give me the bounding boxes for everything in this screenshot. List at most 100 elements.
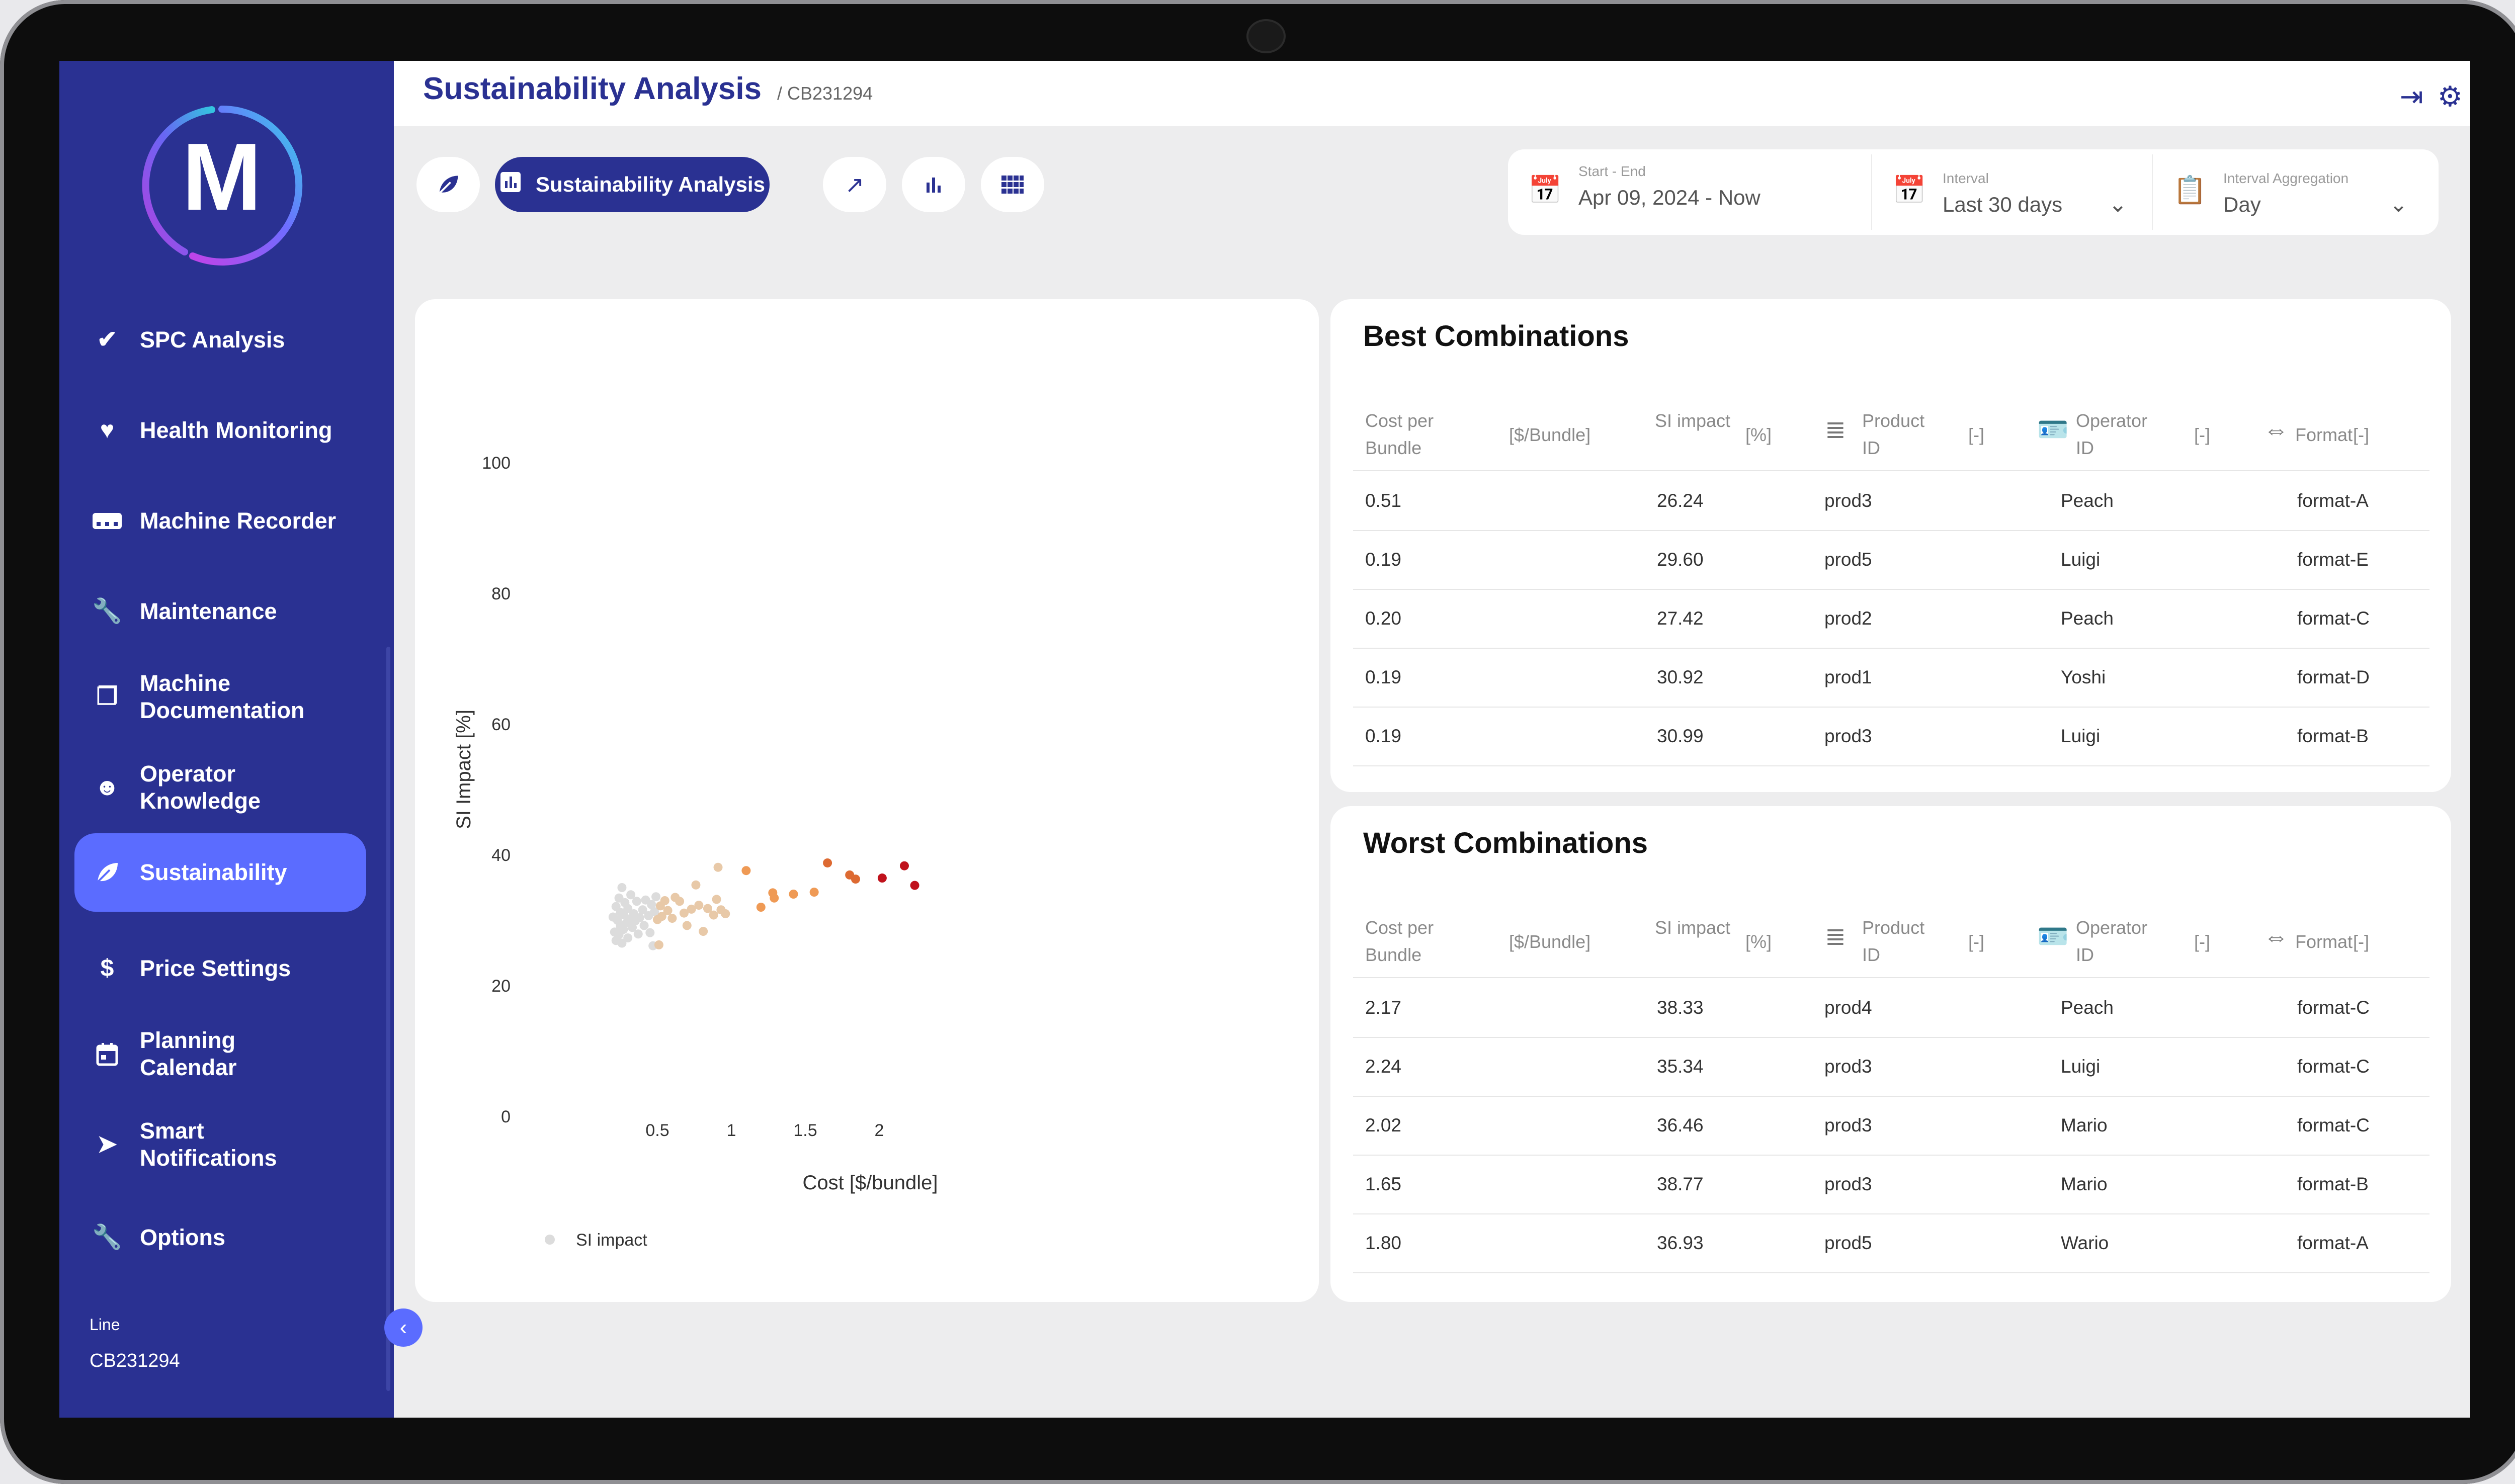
scatter-point[interactable] [899,861,909,870]
scatter-point[interactable] [633,929,643,939]
sidebar-item-maintenance[interactable]: 🔧 Maintenance [74,589,366,634]
gear-icon[interactable]: ⚙ [2438,80,2463,113]
scatter-point[interactable] [851,875,860,884]
sidebar-scrollbar[interactable] [386,647,390,1391]
scatter-point[interactable] [713,862,723,872]
table-row[interactable]: 1.80 36.93 prod5 Wario format-A [1353,1213,2429,1273]
interval-select[interactable]: 📅 Interval Last 30 days ⌄ [1872,149,2151,235]
collapse-sidebar-button[interactable]: ‹ [384,1308,423,1347]
y-tick-label: 20 [491,977,511,996]
scatter-point[interactable] [632,897,641,906]
table-row[interactable]: 1.65 38.77 prod3 Mario format-B [1353,1155,2429,1214]
table-cell: Mario [2061,1174,2108,1194]
sidebar-item-machine-recorder[interactable]: Machine Recorder [74,498,366,544]
scatter-point[interactable] [910,881,919,890]
legend-label[interactable]: SI impact [576,1231,647,1250]
sidebar-item-options[interactable]: 🔧 Options [74,1215,366,1260]
table-row[interactable]: 0.19 29.60 prod5 Luigi format-E [1353,530,2429,590]
sidebar-item-operator-knowledge[interactable]: ☻ Operator Knowledge [74,757,366,818]
sidebar-item-planning-calendar[interactable]: Planning Calendar [74,1024,366,1084]
scatter-point[interactable] [877,874,887,883]
scatter-point[interactable] [654,940,663,949]
scatter-point[interactable] [682,921,692,930]
id-card-icon: 🪪 [2037,415,2069,444]
line-label: Line [90,1316,120,1334]
table-cell: format-B [2297,726,2369,746]
logout-icon[interactable]: ⇥ [2400,80,2423,113]
aggregation-select[interactable]: 📋 Interval Aggregation Day ⌄ [2153,149,2435,235]
table-cell: format-C [2297,997,2370,1018]
x-axis-label: Cost [$/bundle] [802,1172,938,1194]
sidebar: M ✔ SPC Analysis ♥ Health Monitoring Mac… [59,61,394,1418]
table-cell: 2.24 [1365,1056,1402,1077]
sidebar-item-price-settings[interactable]: $ Price Settings [74,946,366,991]
table-cell: 0.51 [1365,490,1402,511]
table-row[interactable]: 0.19 30.99 prod3 Luigi format-B [1353,707,2429,766]
table-row[interactable]: 0.20 27.42 prod2 Peach format-C [1353,589,2429,649]
sustainability-analysis-tab[interactable]: Sustainability Analysis [495,157,770,212]
scatter-point[interactable] [623,933,633,943]
table-row[interactable]: 2.02 36.46 prod3 Mario format-C [1353,1096,2429,1156]
header-product: Product ID [1862,410,1925,458]
sidebar-item-spc-analysis[interactable]: ✔ SPC Analysis [74,317,366,363]
sidebar-item-smart-notifications[interactable]: ➤ Smart Notifications [74,1114,366,1175]
scatter-point[interactable] [756,903,766,912]
wrench-icon: 🔧 [92,598,122,625]
sidebar-item-sustainability[interactable]: Sustainability [74,833,366,912]
scatter-point[interactable] [675,897,685,906]
grid-icon [1001,176,1024,194]
scatter-point[interactable] [809,888,819,897]
table-cell: prod1 [1824,667,1872,687]
table-row[interactable]: 2.24 35.34 prod3 Luigi format-C [1353,1037,2429,1097]
table-cell: 30.92 [1657,667,1704,687]
tablet-frame: M ✔ SPC Analysis ♥ Health Monitoring Mac… [0,0,2515,1484]
list-numbered-icon: ≣ [1825,415,1846,444]
grid-view-button[interactable] [981,157,1044,212]
scatter-point[interactable] [823,858,832,867]
scatter-point[interactable] [691,880,701,890]
sidebar-item-label: Price Settings [140,955,291,981]
wrench-icon: 🔧 [92,1224,122,1251]
table-cell: format-E [2297,549,2369,570]
app-logo[interactable]: M [136,100,307,271]
scatter-point[interactable] [645,928,655,937]
sidebar-item-label: Maintenance [140,598,277,624]
table-cell: 36.46 [1657,1115,1704,1136]
best-combinations-card: Best Combinations Cost per Bundle [$/Bun… [1330,299,2451,792]
trend-view-button[interactable]: ↗ [823,157,886,212]
sidebar-item-label: Options [140,1225,225,1250]
scatter-point[interactable] [694,901,704,910]
scatter-point[interactable] [635,913,644,922]
clipboard-icon: 📋 [2173,175,2207,205]
sidebar-item-machine-documentation[interactable]: ❐ Machine Documentation [74,667,366,727]
screen: M ✔ SPC Analysis ♥ Health Monitoring Mac… [59,61,2470,1418]
scatter-point[interactable] [699,927,708,936]
page-title: Sustainability Analysis [423,71,762,106]
sidebar-item-health-monitoring[interactable]: ♥ Health Monitoring [74,408,366,453]
sidebar-item-label: Smart Notifications [140,1118,277,1171]
scatter-point[interactable] [770,893,779,903]
bar-view-button[interactable] [902,157,965,212]
header-cost: Cost per Bundle [1365,917,1434,965]
scatter-point[interactable] [789,890,798,899]
x-tick-label: 1.5 [793,1121,817,1140]
scatter-point[interactable] [667,914,677,923]
scatter-point[interactable] [712,895,721,904]
scatter-point[interactable] [741,866,751,876]
table-row[interactable]: 0.51 26.24 prod3 Peach format-A [1353,471,2429,531]
filter-value: Last 30 days [1943,193,2063,216]
scatter-point[interactable] [617,883,627,892]
scatter-point[interactable] [663,906,673,915]
table-row[interactable]: 0.19 30.92 prod1 Yoshi format-D [1353,648,2429,708]
scatter-point[interactable] [709,910,718,920]
y-axis-label: SI Impact [%] [453,710,475,829]
scatter-point[interactable] [651,892,661,902]
scatter-point[interactable] [721,909,730,918]
leaf-view-button[interactable] [416,157,480,212]
scatter-point[interactable] [660,896,669,905]
table-row[interactable]: 2.17 38.33 prod4 Peach format-C [1353,978,2429,1038]
date-range-picker[interactable]: 📅 Start - End Apr 09, 2024 - Now [1508,149,1870,235]
scatter-chart[interactable]: 0 20 40 60 80 100 0.5 1 1.5 2 Cost [$/bundle] SI… [415,299,1319,1302]
scatter-point[interactable] [639,921,649,930]
y-tick-label: 100 [482,454,511,473]
